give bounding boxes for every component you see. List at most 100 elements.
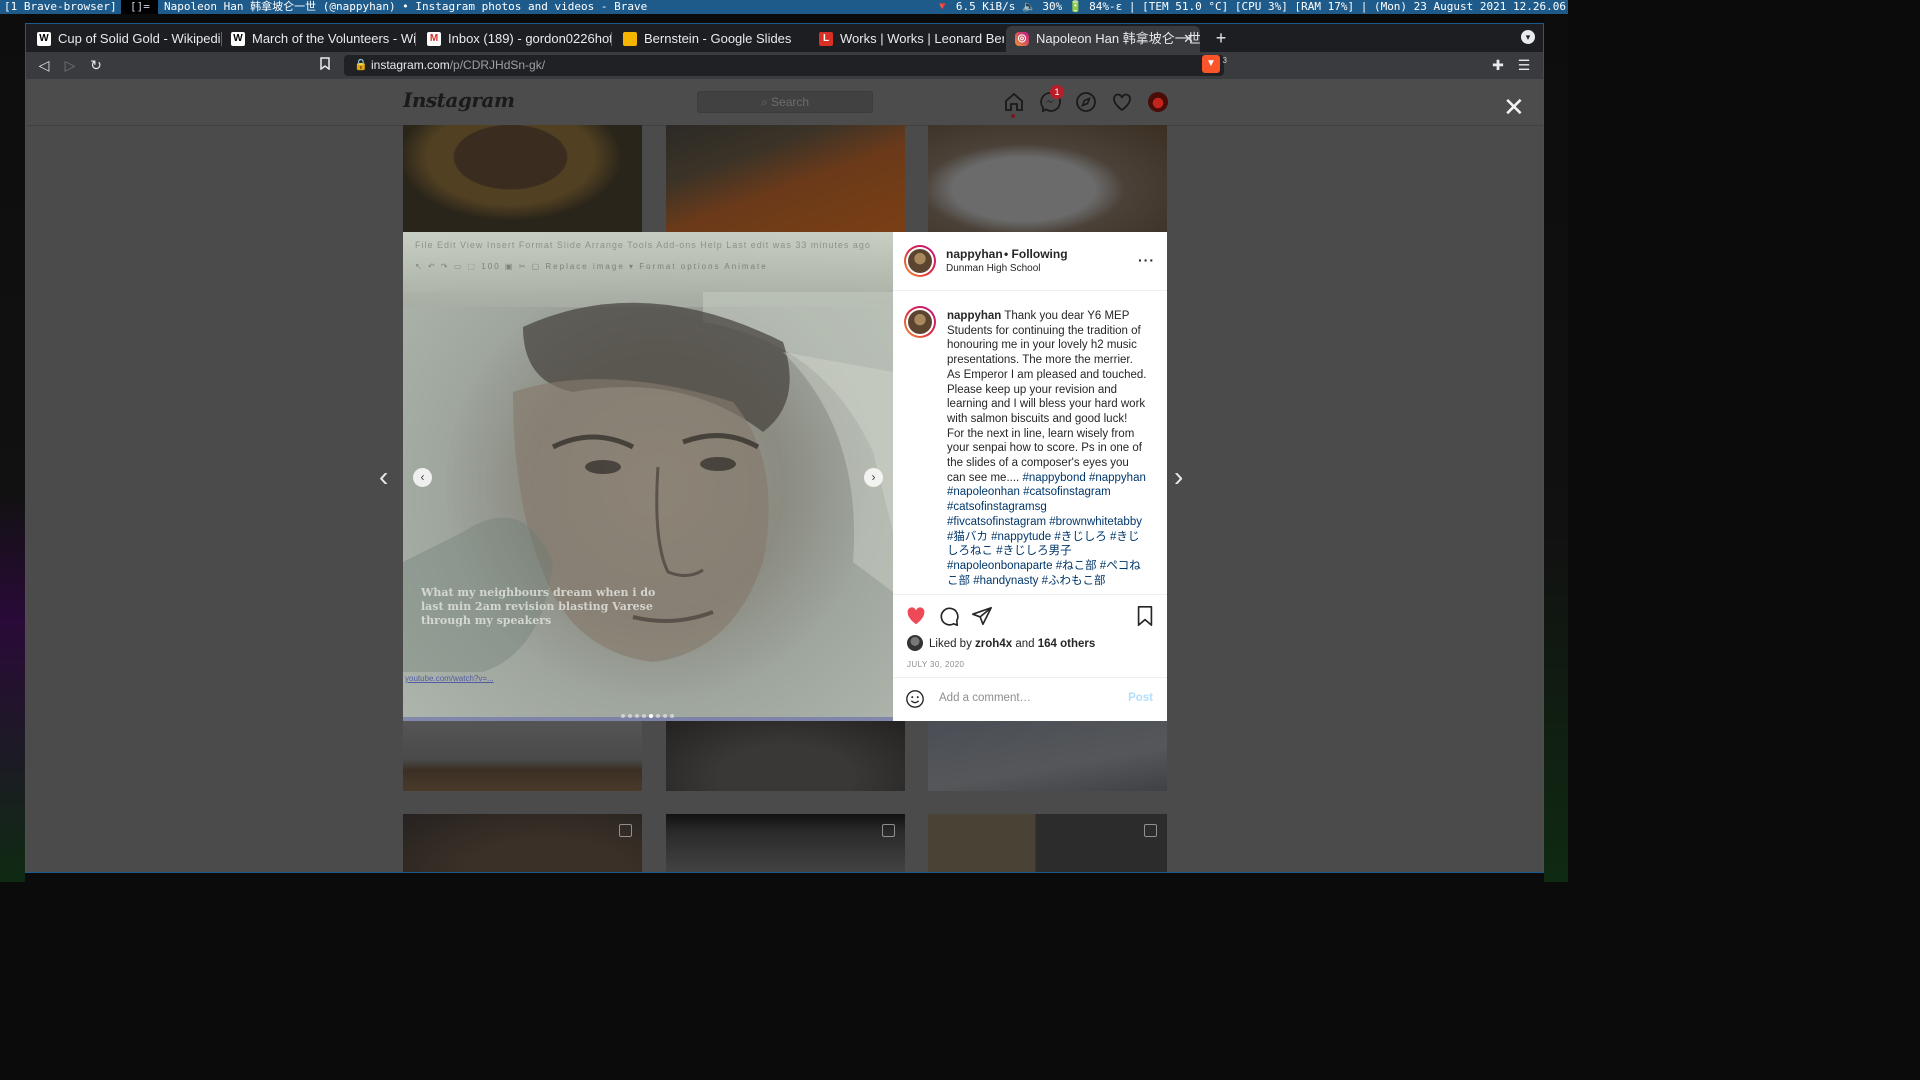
wm-status-bar: [1 Brave-browser] []= Napoleon Han 韩拿坡仑一… [0,0,1568,14]
address-bar[interactable]: 🔒 instagram.com/p/CDRJHdSn-gk/ [344,55,1224,76]
back-button[interactable]: ◁ [34,56,54,74]
post-thumbnail[interactable] [403,814,642,872]
new-tab-button[interactable]: + [1210,27,1232,49]
add-comment-bar: Add a comment… Post [893,677,1167,721]
multiple-posts-icon [882,824,895,837]
search-placeholder: Search [771,95,810,109]
post-side-panel: nappyhan • Following Dunman High School … [893,232,1167,721]
tab-cup-of-solid-gold[interactable]: W Cup of Solid Gold - Wikipedia [28,26,222,52]
post-thumbnail[interactable] [928,814,1167,872]
post-comment-button[interactable]: Post [1128,692,1153,704]
carousel-dot [642,714,646,718]
tab-label: March of the Volunteers - Wikip [252,31,416,46]
desktop-background [1544,14,1568,882]
tab-search-button[interactable]: ▾ [1521,30,1535,44]
activity-heart-icon[interactable] [1111,91,1133,113]
close-modal-button[interactable]: ✕ [1503,94,1525,120]
previous-post-arrow[interactable]: ‹ [379,463,388,491]
tab-separator [611,32,612,46]
likes-summary: Liked by zroh4x and 164 others [907,635,1095,651]
browser-window: W Cup of Solid Gold - Wikipedia W March … [25,23,1544,873]
tab-label: Cup of Solid Gold - Wikipedia [58,31,222,46]
carousel-dot [656,714,660,718]
search-input[interactable]: ⌕ Search [697,91,873,113]
profile-avatar[interactable] [1148,92,1168,112]
tab-bernstein-slides[interactable]: Bernstein - Google Slides [614,26,808,52]
explore-compass-icon[interactable] [1075,91,1097,113]
post-modal: File Edit View Insert Format Slide Arran… [403,232,1167,721]
brave-shields-button[interactable]: ▼ 3 [1202,55,1227,73]
post-date[interactable]: JULY 30, 2020 [907,660,964,669]
messages-badge: 1 [1050,85,1064,99]
author-username[interactable]: nappyhan [946,247,1003,261]
menu-icon[interactable]: ☰ [1514,56,1534,74]
lock-icon: 🔒 [354,59,368,71]
post-thumbnail[interactable] [403,721,642,791]
carousel-dot [663,714,667,718]
tab-march-of-the-volunteers[interactable]: W March of the Volunteers - Wikip [222,26,416,52]
caption-text: Thank you dear Y6 MEP Students for conti… [947,310,1147,484]
caption-username[interactable]: nappyhan [947,310,1001,322]
post-photo[interactable]: File Edit View Insert Format Slide Arran… [403,232,893,721]
comment-icon[interactable] [938,605,960,627]
author-avatar[interactable] [904,245,936,277]
slides-icon [623,32,637,46]
instagram-icon: ◎ [1015,32,1029,46]
reload-button[interactable]: ↻ [86,56,106,74]
url-host: instagram.com [371,58,450,72]
home-icon[interactable] [1003,91,1025,113]
like-heart-icon[interactable] [905,605,927,627]
post-header: nappyhan • Following Dunman High School … [893,232,1167,291]
comments-area: nappyhan Thank you dear Y6 MEP Students … [893,291,1167,593]
caption-hashtags[interactable]: #nappybond #nappyhan #napoleonhan #catso… [947,472,1146,587]
liked-by-user[interactable]: zroh4x [975,638,1012,650]
next-post-arrow[interactable]: › [1174,463,1183,491]
instagram-header: Instagram ⌕ Search 1 [26,79,1543,126]
carousel-dots [621,705,677,721]
forward-button[interactable]: ▷ [60,56,80,74]
comment-input[interactable]: Add a comment… [939,692,1031,704]
save-bookmark-icon[interactable] [1134,605,1156,627]
post-thumbnail[interactable] [666,814,905,872]
caption-author-avatar[interactable] [904,306,936,338]
tab-strip: W Cup of Solid Gold - Wikipedia W March … [26,24,1543,52]
tab-separator [415,32,416,46]
more-options-icon[interactable]: ··· [1138,252,1155,268]
tab-label: Works | Works | Leonard Bern [840,31,1004,46]
emoji-icon[interactable] [905,689,925,709]
multiple-posts-icon [619,824,632,837]
likes-prefix: Liked by [929,638,972,650]
extensions-icon[interactable]: ✚ [1488,56,1508,74]
bookmark-icon[interactable] [315,56,335,74]
layout-indicator[interactable]: []= [130,0,150,14]
tab-leonard-bernstein-works[interactable]: L Works | Works | Leonard Bern [810,26,1004,52]
instagram-logo[interactable]: Instagram [403,88,515,112]
liker-avatar[interactable] [907,635,923,651]
system-stats: 🔻 6.5 KiB/s 🔈 30% 🔋 84%-ε | [TEM 51.0 °C… [929,0,1566,14]
likes-others[interactable]: 164 others [1038,638,1096,650]
wikipedia-icon: W [37,32,51,46]
carousel-dot [670,714,674,718]
desktop-background [0,14,25,882]
tab-label: Napoleon Han 韩拿坡仑一世 [1036,31,1200,46]
carousel-next-button[interactable]: › [864,468,883,487]
following-status[interactable]: • Following [1004,247,1068,261]
photo-caption: What my neighbours dream when i do last … [421,586,656,627]
portrait-illustration [403,292,893,721]
post-thumbnail[interactable] [403,125,642,232]
leonard-bernstein-icon: L [819,32,833,46]
post-location[interactable]: Dunman High School [946,263,1041,274]
navigation-bar: ◁ ▷ ↻ 🔒 instagram.com/p/CDRJHdSn-gk/ ▼ 3 … [26,52,1543,79]
tab-gmail-inbox[interactable]: M Inbox (189) - gordon0226hotma [418,26,612,52]
share-icon[interactable] [971,605,993,627]
carousel-prev-button[interactable]: ‹ [413,468,432,487]
tab-instagram-active[interactable]: ◎ Napoleon Han 韩拿坡仑一世 ✕ [1006,26,1200,52]
post-thumbnail[interactable] [666,721,905,791]
workspace-indicator[interactable]: [1 Brave-browser] [0,0,121,14]
post-thumbnail[interactable] [928,721,1167,791]
instagram-page: Instagram ⌕ Search 1 ✕ ‹ › File Edit Vie [26,79,1543,872]
post-thumbnail[interactable] [666,125,905,232]
close-tab-icon[interactable]: ✕ [1183,26,1194,52]
post-thumbnail[interactable] [928,125,1167,232]
carousel-dot [621,714,625,718]
